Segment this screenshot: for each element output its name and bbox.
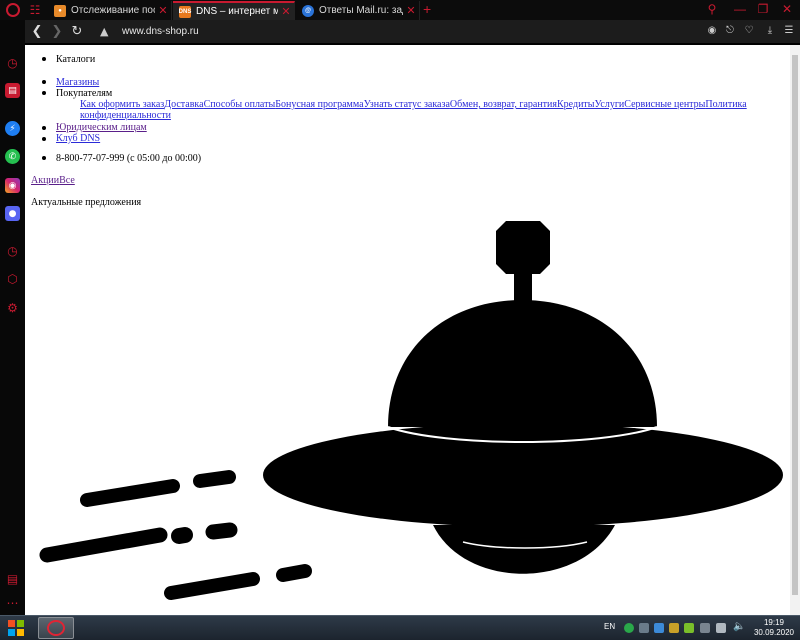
shield-icon[interactable]: ⎋ — [723, 24, 737, 38]
forward-button[interactable]: ❯ — [49, 24, 65, 40]
new-tab-button[interactable]: + — [423, 1, 431, 17]
close-tab-icon[interactable]: ✕ — [278, 5, 294, 18]
scrollbar-thumb[interactable] — [792, 55, 798, 595]
security-tray-icon[interactable] — [624, 623, 634, 633]
nvidia-tray-icon[interactable] — [684, 623, 694, 633]
twitch-icon[interactable]: ▤ — [5, 83, 20, 98]
opera-icon — [47, 620, 65, 636]
speed-dial-icon[interactable]: ◷ — [5, 55, 20, 70]
whatsapp-icon[interactable]: ✆ — [5, 149, 20, 164]
history-icon[interactable]: ◷ — [5, 243, 20, 258]
package-tracking-favicon: ● — [54, 4, 66, 17]
back-button[interactable]: ❮ — [29, 24, 45, 40]
menu-icon[interactable]: ☰ — [782, 24, 796, 38]
ufo-icon — [39, 221, 783, 600]
clock-time: 19:19 — [763, 618, 785, 627]
close-tab-icon[interactable]: ✕ — [403, 4, 419, 17]
warning-icon[interactable]: ▲ — [100, 25, 108, 38]
app-tray-icon[interactable] — [654, 623, 664, 633]
dns-favicon: DNS — [179, 5, 191, 18]
tab-title: Ответы Mail.ru: задать воп — [319, 5, 403, 16]
mailru-favicon: @ — [302, 4, 314, 17]
sidebar: ◷ ▤ ⚡ ✆ ◉ ● ◷ ⬡ ⚙ ▤ ⋯ — [0, 20, 25, 615]
signal-tray-icon[interactable] — [716, 623, 726, 633]
taskbar: EN 🔈 19:19 30.09.2020 — [0, 615, 800, 640]
more-icon[interactable]: ⋯ — [5, 595, 20, 610]
tab-mailru[interactable]: @ Ответы Mail.ru: задать воп ✕ — [296, 1, 420, 20]
page-scrollbar[interactable] — [790, 45, 800, 615]
reload-button[interactable]: ↻ — [69, 24, 85, 40]
taskbar-opera-button[interactable] — [38, 617, 74, 639]
tab-dns[interactable]: DNS DNS – интернет магазин ц ✕ — [173, 1, 295, 20]
messenger-icon[interactable]: ⚡ — [5, 121, 20, 136]
update-tray-icon[interactable] — [669, 623, 679, 633]
search-tabs-icon[interactable]: ⚲ — [705, 2, 719, 16]
url-field[interactable]: www.dns-shop.ru — [122, 26, 199, 37]
tab-title: Отслеживание посылок и — [71, 5, 155, 16]
player-icon[interactable]: ▤ — [5, 571, 20, 586]
address-bar: ❮ ❯ ↻ ▲ www.dns-shop.ru ◉ ⎋ ♡ ⤓ ☰ — [25, 20, 800, 44]
device-tray-icon[interactable] — [700, 623, 710, 633]
system-clock[interactable]: 19:19 30.09.2020 — [752, 618, 796, 638]
tab-bar: ☷ ● Отслеживание посылок и ✕ DNS DNS – и… — [0, 0, 800, 20]
minimize-icon[interactable]: — — [733, 2, 747, 16]
heart-icon[interactable]: ♡ — [742, 24, 756, 38]
close-tab-icon[interactable]: ✕ — [155, 4, 171, 17]
windows-start-icon[interactable] — [5, 617, 27, 639]
discord-icon[interactable]: ● — [5, 206, 20, 221]
download-icon[interactable]: ⤓ — [763, 24, 777, 38]
close-window-icon[interactable]: ✕ — [780, 2, 794, 16]
tab-package-tracking[interactable]: ● Отслеживание посылок и ✕ — [48, 1, 172, 20]
volume-icon[interactable]: 🔈 — [733, 621, 745, 632]
instagram-icon[interactable]: ◉ — [5, 178, 20, 193]
camera-icon[interactable]: ◉ — [705, 24, 719, 38]
tab-title: DNS – интернет магазин ц — [196, 6, 278, 17]
network-tray-icon[interactable] — [639, 623, 649, 633]
opera-menu-icon[interactable] — [6, 3, 20, 17]
page-content: Каталоги Магазины Покупателям Как оформи… — [25, 45, 790, 615]
cube-icon[interactable]: ⬡ — [5, 271, 20, 286]
restore-icon[interactable]: ❐ — [756, 2, 770, 16]
settings-gear-icon[interactable]: ⚙ — [5, 300, 20, 315]
language-indicator[interactable]: EN — [604, 622, 615, 631]
clock-date: 30.09.2020 — [753, 628, 795, 637]
tab-menu-icon[interactable]: ☷ — [28, 3, 42, 17]
